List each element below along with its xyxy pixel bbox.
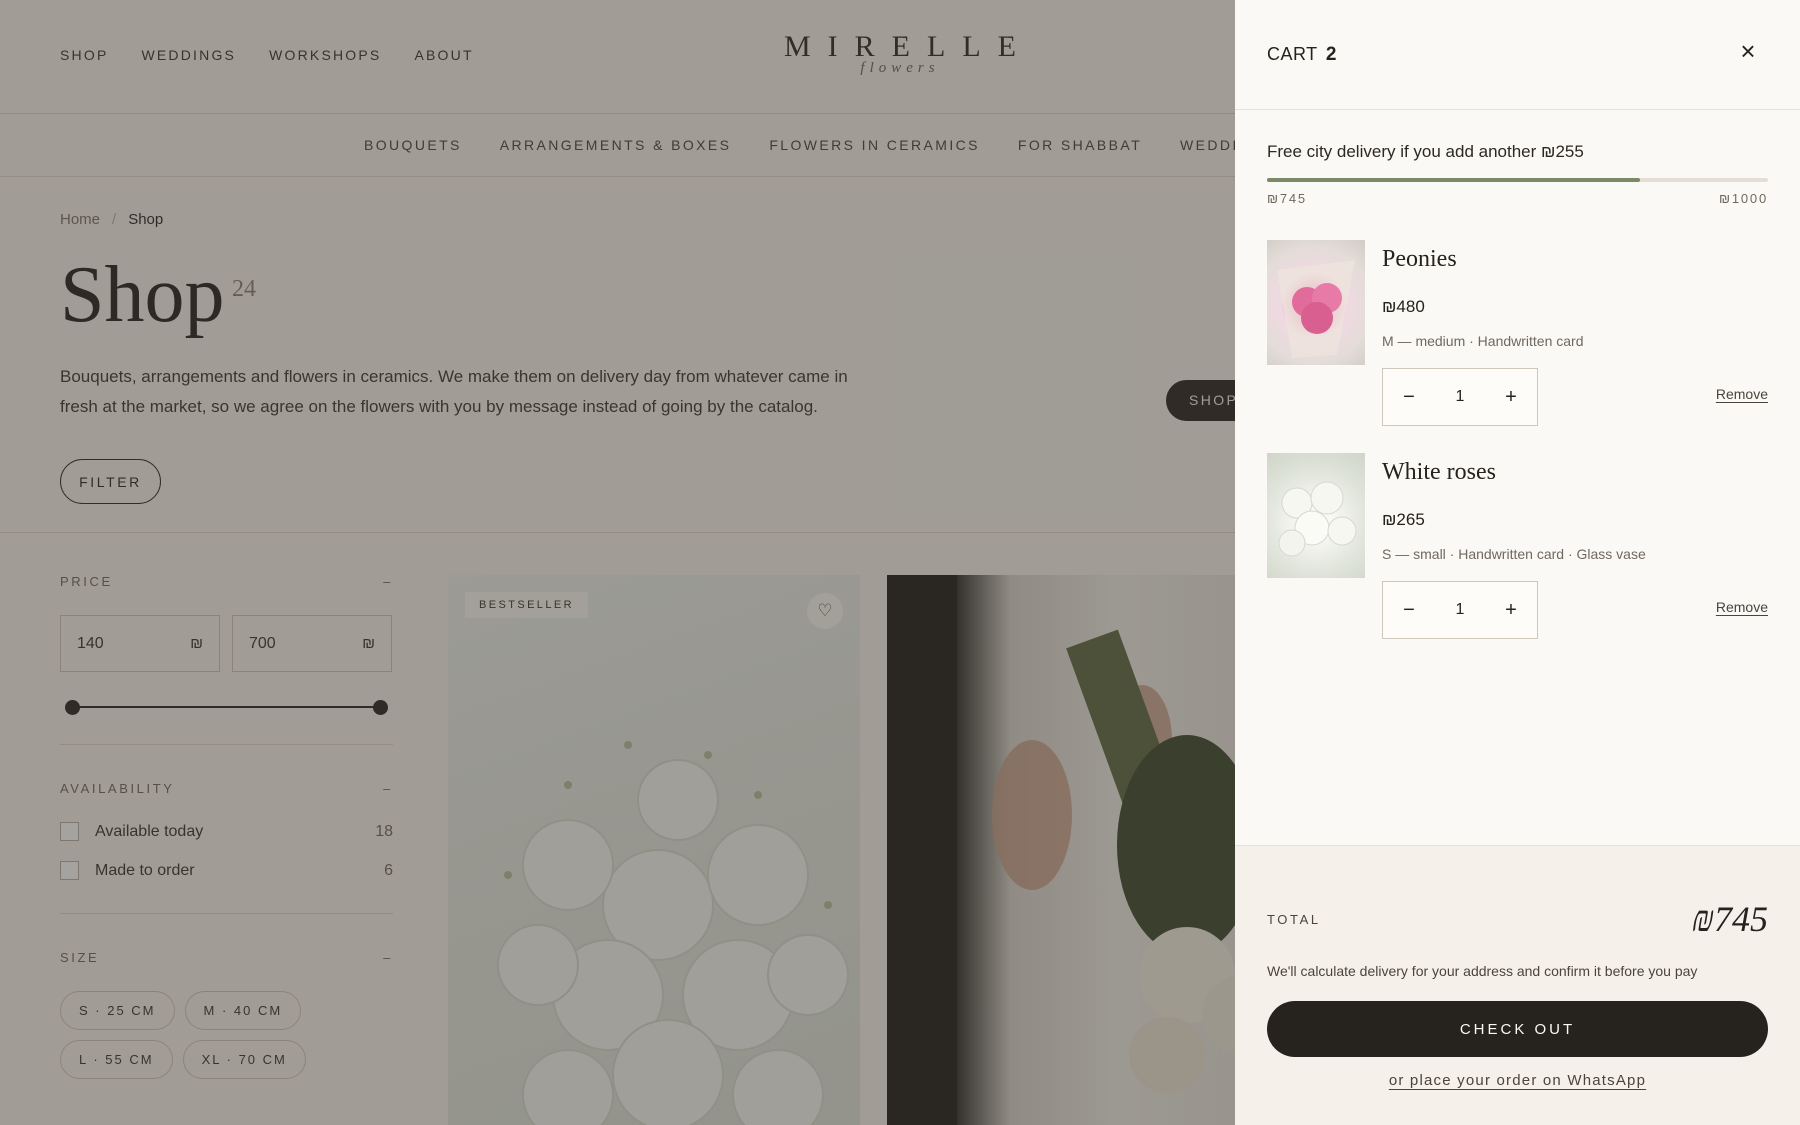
total-value: ₪745 bbox=[1692, 899, 1768, 939]
item-thumbnail-peonies[interactable] bbox=[1267, 240, 1365, 365]
progress-max-label: ₪1000 bbox=[1719, 191, 1768, 206]
item-name[interactable]: Peonies bbox=[1382, 246, 1457, 273]
item-price: ₪480 bbox=[1382, 297, 1425, 316]
cart-title-label: CART bbox=[1267, 44, 1318, 64]
quantity-value[interactable]: 1 bbox=[1435, 388, 1485, 406]
quantity-stepper: − 1 + bbox=[1382, 581, 1538, 639]
cart-header: CART 2 × bbox=[1235, 0, 1800, 110]
delivery-note: We'll calculate delivery for your addres… bbox=[1267, 963, 1698, 979]
item-options: S — small · Handwritten card · Glass vas… bbox=[1382, 546, 1646, 562]
page-overlay[interactable] bbox=[0, 0, 1235, 1125]
delivery-progress-bar bbox=[1267, 178, 1768, 182]
whatsapp-order-link[interactable]: or place your order on WhatsApp bbox=[1235, 1072, 1800, 1089]
remove-item-link[interactable]: Remove bbox=[1716, 599, 1768, 615]
quantity-stepper: − 1 + bbox=[1382, 368, 1538, 426]
progress-min-label: ₪745 bbox=[1267, 191, 1307, 206]
item-name[interactable]: White roses bbox=[1382, 459, 1496, 486]
cart-item: White roses ₪265 S — small · Handwritten… bbox=[1267, 453, 1768, 639]
cart-title: CART 2 bbox=[1267, 44, 1337, 66]
increase-button[interactable]: + bbox=[1485, 386, 1537, 409]
cart-count: 2 bbox=[1325, 44, 1337, 65]
total-label: TOTAL bbox=[1267, 912, 1321, 927]
item-price: ₪265 bbox=[1382, 510, 1425, 529]
checkout-button[interactable]: CHECK OUT bbox=[1267, 1001, 1768, 1057]
decrease-button[interactable]: − bbox=[1383, 386, 1435, 409]
cart-item: Peonies ₪480 M — medium · Handwritten ca… bbox=[1267, 240, 1768, 426]
increase-button[interactable]: + bbox=[1485, 599, 1537, 622]
delivery-progress-fill bbox=[1267, 178, 1641, 182]
quantity-value[interactable]: 1 bbox=[1435, 601, 1485, 619]
remove-item-link[interactable]: Remove bbox=[1716, 386, 1768, 402]
free-delivery-message: Free city delivery if you add another ₪2… bbox=[1267, 142, 1584, 161]
close-icon[interactable]: × bbox=[1735, 38, 1761, 64]
cart-drawer: CART 2 × Free city delivery if you add a… bbox=[1235, 0, 1800, 1125]
decrease-button[interactable]: − bbox=[1383, 599, 1435, 622]
cart-footer: TOTAL ₪745 We'll calculate delivery for … bbox=[1235, 845, 1800, 1125]
item-thumbnail-white-roses[interactable] bbox=[1267, 453, 1365, 578]
item-options: M — medium · Handwritten card bbox=[1382, 333, 1584, 349]
